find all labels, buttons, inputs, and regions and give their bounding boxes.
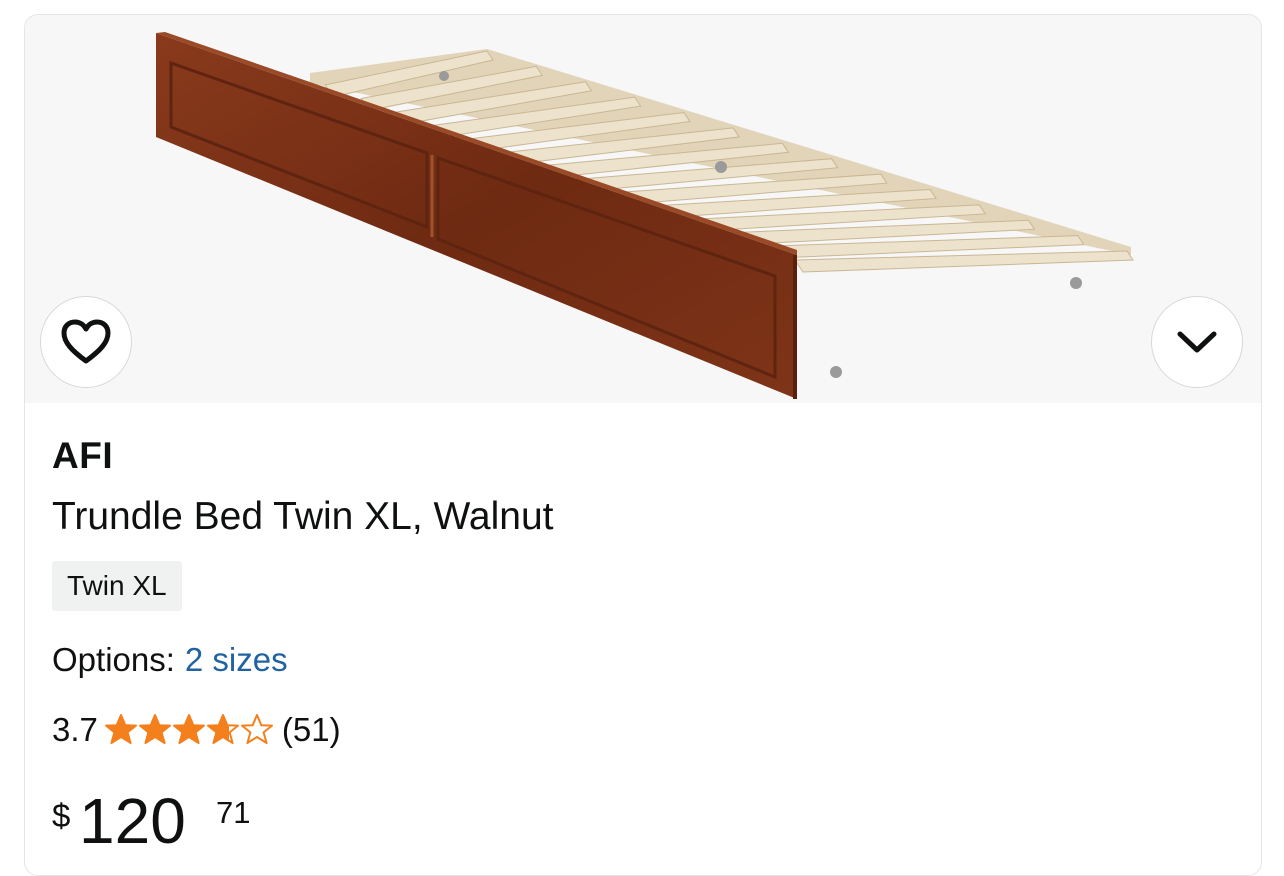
product-image-area[interactable] (25, 15, 1261, 403)
star-icon (138, 714, 171, 744)
size-badge[interactable]: Twin XL (52, 561, 182, 611)
price-whole: 120 (79, 785, 186, 857)
chevron-down-icon (1177, 331, 1217, 353)
size-badge-label: Twin XL (67, 570, 167, 601)
options-label: Options: (52, 641, 175, 678)
star-icon (104, 714, 137, 744)
expand-button[interactable] (1151, 296, 1243, 388)
price-symbol: $ (52, 797, 71, 834)
review-count[interactable]: (51) (282, 711, 341, 749)
product-card[interactable]: AFI Trundle Bed Twin XL, Walnut Twin XL … (24, 14, 1262, 876)
brand-name: AFI (52, 435, 114, 476)
product-image (156, 32, 1134, 399)
rating-row[interactable]: 3.7 (51) (52, 710, 341, 750)
price-fraction: 71 (216, 795, 251, 830)
options-row: Options: 2 sizes (52, 641, 288, 679)
star-icon (172, 714, 205, 744)
product-title[interactable]: Trundle Bed Twin XL, Walnut (52, 495, 553, 539)
rating-value: 3.7 (52, 711, 98, 748)
star-icon (240, 714, 273, 744)
star-icon (206, 714, 239, 744)
favorite-button[interactable] (40, 296, 132, 388)
options-sizes-link[interactable]: 2 sizes (185, 641, 288, 678)
rating-stars (104, 713, 274, 747)
heart-outline-icon (61, 319, 111, 364)
